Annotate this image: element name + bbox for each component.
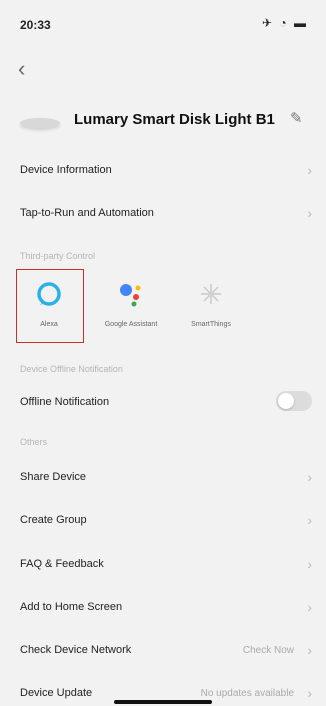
- chevron-right-icon: ›: [307, 556, 312, 572]
- edit-icon[interactable]: ✎: [290, 109, 303, 127]
- check-now-value: Check Now: [242, 645, 294, 656]
- chevron-right-icon: ›: [307, 685, 312, 701]
- smartthings-tile[interactable]: SmartThings: [176, 270, 246, 344]
- back-button[interactable]: ‹: [18, 58, 25, 80]
- chevron-right-icon: ›: [307, 512, 312, 528]
- chevron-right-icon: ›: [307, 162, 312, 178]
- device-settings-screen: 20:33 ✈ ◔ ▬ ‹ Lumary Smart Disk Light B1…: [0, 0, 326, 706]
- row-label: Check Device Network: [20, 644, 132, 656]
- chevron-right-icon: ›: [307, 205, 312, 221]
- row-label: Device Update: [20, 687, 93, 699]
- row-label: Create Group: [20, 514, 87, 526]
- row-device-information[interactable]: Device Information ›: [0, 151, 326, 191]
- section-offline-notification: Device Offline Notification: [20, 364, 123, 374]
- chevron-right-icon: ›: [307, 469, 312, 485]
- smartthings-label: SmartThings: [191, 321, 231, 328]
- row-label: Tap-to-Run and Automation: [20, 207, 154, 219]
- row-check-network[interactable]: Check Device Network Check Now ›: [0, 631, 326, 671]
- chevron-right-icon: ›: [307, 599, 312, 615]
- google-assistant-tile[interactable]: Google Assistant: [98, 270, 164, 344]
- row-label: Share Device: [20, 471, 87, 483]
- row-label: Device Information: [20, 164, 112, 176]
- row-create-group[interactable]: Create Group ›: [0, 501, 326, 541]
- row-tap-to-run[interactable]: Tap-to-Run and Automation ›: [0, 194, 326, 234]
- google-assistant-icon: [120, 284, 141, 307]
- status-time: 20:33: [20, 18, 51, 32]
- row-add-home-screen[interactable]: Add to Home Screen ›: [0, 588, 326, 628]
- chevron-right-icon: ›: [307, 642, 312, 658]
- section-others: Others: [20, 437, 48, 447]
- device-image: [20, 118, 60, 128]
- device-name: Lumary Smart Disk Light B1: [74, 111, 275, 128]
- row-label: Add to Home Screen: [20, 601, 123, 613]
- row-label: FAQ & Feedback: [20, 558, 104, 570]
- smartthings-icon: [201, 284, 221, 304]
- section-third-party: Third-party Control: [20, 251, 96, 261]
- alexa-highlight-box: [16, 269, 84, 343]
- status-bar: 20:33 ✈ ◔ ▬: [0, 0, 326, 52]
- status-icons: ✈ ◔ ▬: [262, 16, 308, 30]
- row-share-device[interactable]: Share Device ›: [0, 458, 326, 498]
- row-faq-feedback[interactable]: FAQ & Feedback ›: [0, 545, 326, 585]
- update-status-value: No updates available: [200, 688, 294, 699]
- home-indicator: [114, 700, 212, 704]
- row-label: Offline Notification: [20, 396, 110, 408]
- google-assistant-label: Google Assistant: [104, 321, 158, 328]
- offline-notification-toggle[interactable]: [276, 391, 312, 411]
